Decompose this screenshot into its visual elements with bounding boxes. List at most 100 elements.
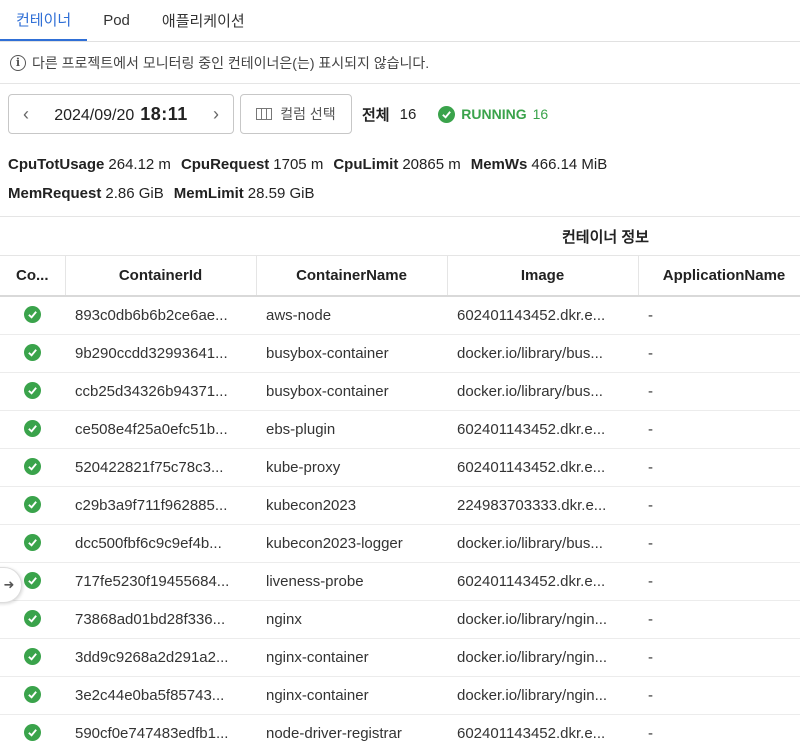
application-name-cell: - (638, 524, 800, 563)
container-name-cell: kubecon2023-logger (256, 524, 447, 563)
application-name-cell: - (638, 334, 800, 373)
check-circle-icon (24, 724, 41, 741)
image-cell: docker.io/library/bus... (447, 334, 638, 373)
check-circle-icon (438, 105, 456, 123)
check-circle-icon (24, 610, 41, 627)
tab-applications[interactable]: 애플리케이션 (146, 0, 261, 41)
image-cell: docker.io/library/bus... (447, 372, 638, 411)
container-id-cell: c29b3a9f711f962885... (65, 486, 256, 525)
group-label-container-info: 컨테이너 정보 (562, 228, 649, 246)
column-header-container-name[interactable]: ContainerName (256, 256, 448, 297)
container-name-cell: kubecon2023 (256, 486, 447, 525)
container-name-cell: liveness-probe (256, 562, 447, 601)
container-name-cell: ebs-plugin (256, 410, 447, 449)
application-name-cell: - (638, 448, 800, 487)
image-cell: docker.io/library/ngin... (447, 600, 638, 639)
total-value: 16 (399, 105, 417, 123)
table-row[interactable]: 893c0db6b6b2ce6ae... aws-node 602401143452… (0, 296, 800, 335)
table-row[interactable]: c29b3a9f711f962885... kubecon2023 22498370… (0, 486, 800, 525)
check-circle-icon (24, 344, 41, 361)
arrow-right-icon: ➜ (3, 577, 15, 592)
image-cell: 602401143452.dkr.e... (447, 562, 638, 601)
status-cell (0, 524, 65, 563)
column-select-button[interactable]: 컬럼 선택 (240, 94, 352, 134)
application-name-cell: - (638, 676, 800, 715)
table-header-row: Co... ContainerId ContainerName Image Ap… (0, 256, 800, 297)
container-id-cell: ce508e4f25a0efc51b... (65, 410, 256, 449)
table-row[interactable]: 520422821f75c78c3... kube-proxy 6024011434… (0, 448, 800, 487)
table-row[interactable]: 590cf0e747483edfb1... node-driver-registr… (0, 714, 800, 750)
column-header-application-name[interactable]: ApplicationName (638, 256, 800, 297)
resource-metrics: CpuTotUsage 264.12 m CpuRequest 1705 m Cpu… (0, 144, 800, 208)
container-id-cell: 717fe5230f19455684... (65, 562, 256, 601)
column-group-header: 컨테이너 정보 (0, 216, 800, 256)
table-row[interactable]: dcc500fbf6c9c9ef4b... kubecon2023-logger d… (0, 524, 800, 563)
container-id-cell: 9b290ccdd32993641... (65, 334, 256, 373)
application-name-cell: - (638, 486, 800, 525)
date-time-display[interactable]: 2024/09/20 18:11 (54, 104, 188, 125)
containers-table: Co... ContainerId ContainerName Image Ap… (0, 256, 800, 750)
check-circle-icon (24, 382, 41, 399)
container-name-cell: nginx (256, 600, 447, 639)
table-row[interactable]: ccb25d34326b94371... busybox-container doc… (0, 372, 800, 411)
container-name-cell: nginx-container (256, 638, 447, 677)
check-circle-icon (24, 648, 41, 665)
tab-pod[interactable]: Pod (87, 0, 146, 41)
application-name-cell: - (638, 372, 800, 411)
metric-mem-limit: MemLimit 28.59 GiB (173, 185, 315, 202)
running-label: RUNNING (461, 106, 527, 122)
image-cell: docker.io/library/ngin... (447, 638, 638, 677)
container-id-cell: 3dd9c9268a2d291a2... (65, 638, 256, 677)
total-count: 전체 16 (362, 104, 416, 125)
image-cell: 602401143452.dkr.e... (447, 714, 638, 750)
container-id-cell: ccb25d34326b94371... (65, 372, 256, 411)
date-value: 2024/09/20 (54, 106, 135, 124)
column-header-image[interactable]: Image (447, 256, 639, 297)
toolbar: ‹ 2024/09/20 18:11 › 컬럼 선택 전체 16 RUNNING… (0, 84, 800, 144)
container-name-cell: nginx-container (256, 676, 447, 715)
status-cell (0, 296, 65, 335)
container-name-cell: kube-proxy (256, 448, 447, 487)
column-header-container-id[interactable]: ContainerId (65, 256, 257, 297)
image-cell: 602401143452.dkr.e... (447, 296, 638, 335)
container-id-cell: 520422821f75c78c3... (65, 448, 256, 487)
image-cell: 602401143452.dkr.e... (447, 448, 638, 487)
image-cell: docker.io/library/bus... (447, 524, 638, 563)
check-circle-icon (24, 686, 41, 703)
container-id-cell: 73868ad01bd28f336... (65, 600, 256, 639)
container-name-cell: busybox-container (256, 372, 447, 411)
table-row[interactable]: 3e2c44e0ba5f85743... nginx-container docke… (0, 676, 800, 715)
application-name-cell: - (638, 638, 800, 677)
check-circle-icon (24, 496, 41, 513)
table-row[interactable]: 3dd9c9268a2d291a2... nginx-container docke… (0, 638, 800, 677)
application-name-cell: - (638, 296, 800, 335)
tab-bar: 컨테이너 Pod 애플리케이션 (0, 0, 800, 42)
container-name-cell: node-driver-registrar (256, 714, 447, 750)
status-cell (0, 676, 65, 715)
status-cell (0, 372, 65, 411)
date-time-picker[interactable]: ‹ 2024/09/20 18:11 › (8, 94, 234, 134)
metric-mem-request: MemRequest 2.86 GiB (8, 185, 164, 202)
table-row[interactable]: 717fe5230f19455684... liveness-probe 60240… (0, 562, 800, 601)
columns-icon (256, 108, 273, 120)
chevron-left-icon[interactable]: ‹ (19, 104, 33, 125)
application-name-cell: - (638, 600, 800, 639)
table-row[interactable]: 9b290ccdd32993641... busybox-container doc… (0, 334, 800, 373)
table-row[interactable]: 73868ad01bd28f336... nginx docker.io/libra… (0, 600, 800, 639)
status-cell (0, 410, 65, 449)
table-row[interactable]: ce508e4f25a0efc51b... ebs-plugin 602401143… (0, 410, 800, 449)
column-header-status[interactable]: Co... (0, 256, 66, 297)
image-cell: 224983703333.dkr.e... (447, 486, 638, 525)
application-name-cell: - (638, 562, 800, 601)
check-circle-icon (24, 420, 41, 437)
tab-containers[interactable]: 컨테이너 (0, 0, 88, 41)
metric-cpu-limit: CpuLimit 20865 m (333, 156, 461, 173)
container-id-cell: dcc500fbf6c9c9ef4b... (65, 524, 256, 563)
check-circle-icon (24, 572, 41, 589)
status-cell (0, 638, 65, 677)
application-name-cell: - (638, 410, 800, 449)
time-value: 18:11 (140, 103, 188, 124)
info-banner: i 다른 프로젝트에서 모니터링 중인 컨테이너은(는) 표시되지 않습니다. (0, 42, 800, 84)
chevron-right-icon[interactable]: › (209, 104, 223, 125)
running-status-filter[interactable]: RUNNING 16 (438, 105, 548, 123)
